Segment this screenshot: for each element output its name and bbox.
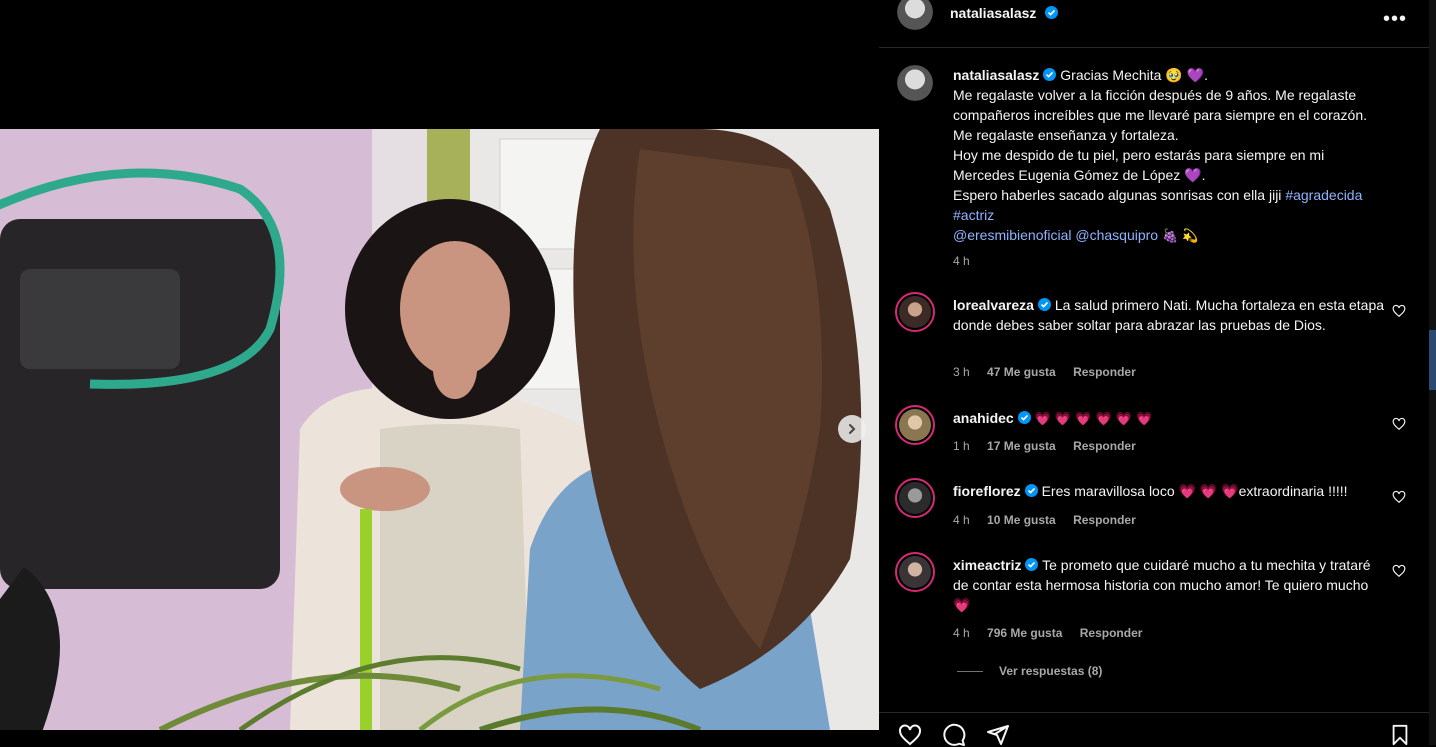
commenter-username[interactable]: lorealvareza: [953, 297, 1034, 313]
comment-time: 4 h: [953, 626, 970, 640]
view-replies-button[interactable]: Ver respuestas (8): [957, 664, 1102, 678]
caption-line-3: Hoy me despido de tu piel, pero estarás …: [953, 147, 1325, 183]
photo-illustration: [0, 129, 879, 730]
commenter-username[interactable]: ximeactriz: [953, 557, 1021, 573]
commenter-username[interactable]: fioreflorez: [953, 483, 1021, 499]
mention-link[interactable]: @eresmibienoficial: [953, 227, 1071, 243]
verified-badge-icon: [1025, 558, 1039, 571]
comment-time: 3 h: [953, 365, 970, 379]
post-action-bar: [879, 712, 1429, 746]
reply-button[interactable]: Responder: [1080, 626, 1143, 640]
verified-badge-icon: [1024, 484, 1038, 497]
comment-meta: 4 h 796 Me gusta Responder: [953, 626, 1156, 640]
comment-meta: 1 h 17 Me gusta Responder: [953, 439, 1150, 453]
comment-icon[interactable]: [941, 723, 967, 747]
comment-text: lorealvareza La salud primero Nati. Much…: [953, 295, 1385, 335]
comment-body: Eres maravillosa loco 💗 💗 💗extraordinari…: [1041, 483, 1348, 499]
commenter-avatar[interactable]: [895, 292, 935, 332]
chevron-right-icon: [849, 424, 856, 434]
verified-badge-icon: [1017, 411, 1031, 424]
comment-text: anahidec 💗 💗 💗 💗 💗 💗: [953, 408, 1385, 430]
reply-button[interactable]: Responder: [1073, 365, 1136, 379]
post-header: nataliasalasz •••: [879, 0, 1429, 48]
author-username[interactable]: nataliasalasz: [950, 5, 1036, 21]
comment-likes[interactable]: 10 Me gusta: [987, 513, 1056, 527]
hashtag-link[interactable]: #agradecida: [1285, 187, 1362, 203]
commenter-avatar[interactable]: [895, 478, 935, 518]
mention-link[interactable]: @chasquipro: [1075, 227, 1158, 243]
share-icon[interactable]: [985, 723, 1011, 747]
hashtag-link[interactable]: #actriz: [953, 207, 994, 223]
caption-text: nataliasalasz Gracias Mechita 🥹 💜. Me re…: [953, 65, 1385, 247]
page-edge: [1429, 0, 1436, 745]
next-photo-button[interactable]: [838, 415, 866, 443]
comment-time: 1 h: [953, 439, 970, 453]
caption-author-avatar[interactable]: [897, 65, 933, 101]
comment-body: 💗 💗 💗 💗 💗 💗: [1034, 412, 1153, 427]
verified-badge-icon: [1037, 298, 1051, 311]
comment-time: 4 h: [953, 513, 970, 527]
commenter-avatar[interactable]: [895, 552, 935, 592]
caption-line-2: Me regalaste volver a la ficción después…: [953, 87, 1367, 143]
heart-icon[interactable]: [1392, 564, 1406, 578]
more-options-icon[interactable]: •••: [1383, 8, 1407, 31]
post-media-viewer: [0, 0, 879, 745]
comment-text: ximeactriz Te prometo que cuidaré mucho …: [953, 555, 1385, 615]
verified-badge-icon: [1044, 6, 1058, 19]
comment-likes[interactable]: 796 Me gusta: [987, 626, 1062, 640]
mentions-emoji: 🍇 💫: [1161, 229, 1199, 244]
caption-line-4: Espero haberles sacado algunas sonrisas …: [953, 187, 1282, 203]
reply-button[interactable]: Responder: [1073, 439, 1136, 453]
heart-icon[interactable]: [1392, 417, 1406, 431]
verified-badge-icon: [1043, 68, 1057, 81]
reply-button[interactable]: Responder: [1073, 513, 1136, 527]
comment-meta: 3 h 47 Me gusta Responder: [953, 365, 1150, 379]
bookmark-icon[interactable]: [1389, 723, 1411, 747]
post-side-panel: nataliasalasz ••• nataliasalasz Gracias …: [879, 0, 1429, 746]
heart-icon[interactable]: [1392, 304, 1406, 318]
heart-icon[interactable]: [897, 723, 923, 747]
comment-likes[interactable]: 17 Me gusta: [987, 439, 1056, 453]
comment-text: fioreflorez Eres maravillosa loco 💗 💗 💗e…: [953, 481, 1385, 501]
commenter-avatar[interactable]: [895, 405, 935, 445]
comment-likes[interactable]: 47 Me gusta: [987, 365, 1056, 379]
caption-time: 4 h: [953, 254, 970, 268]
caption-username[interactable]: nataliasalasz: [953, 67, 1039, 83]
comment-meta: 4 h 10 Me gusta Responder: [953, 513, 1150, 527]
commenter-username[interactable]: anahidec: [953, 410, 1014, 426]
post-photo: [0, 129, 879, 730]
caption-line-1: Gracias Mechita 🥹 💜.: [1060, 67, 1208, 83]
caption-meta: 4 h: [953, 254, 984, 268]
author-avatar[interactable]: [897, 0, 933, 30]
heart-icon[interactable]: [1392, 490, 1406, 504]
